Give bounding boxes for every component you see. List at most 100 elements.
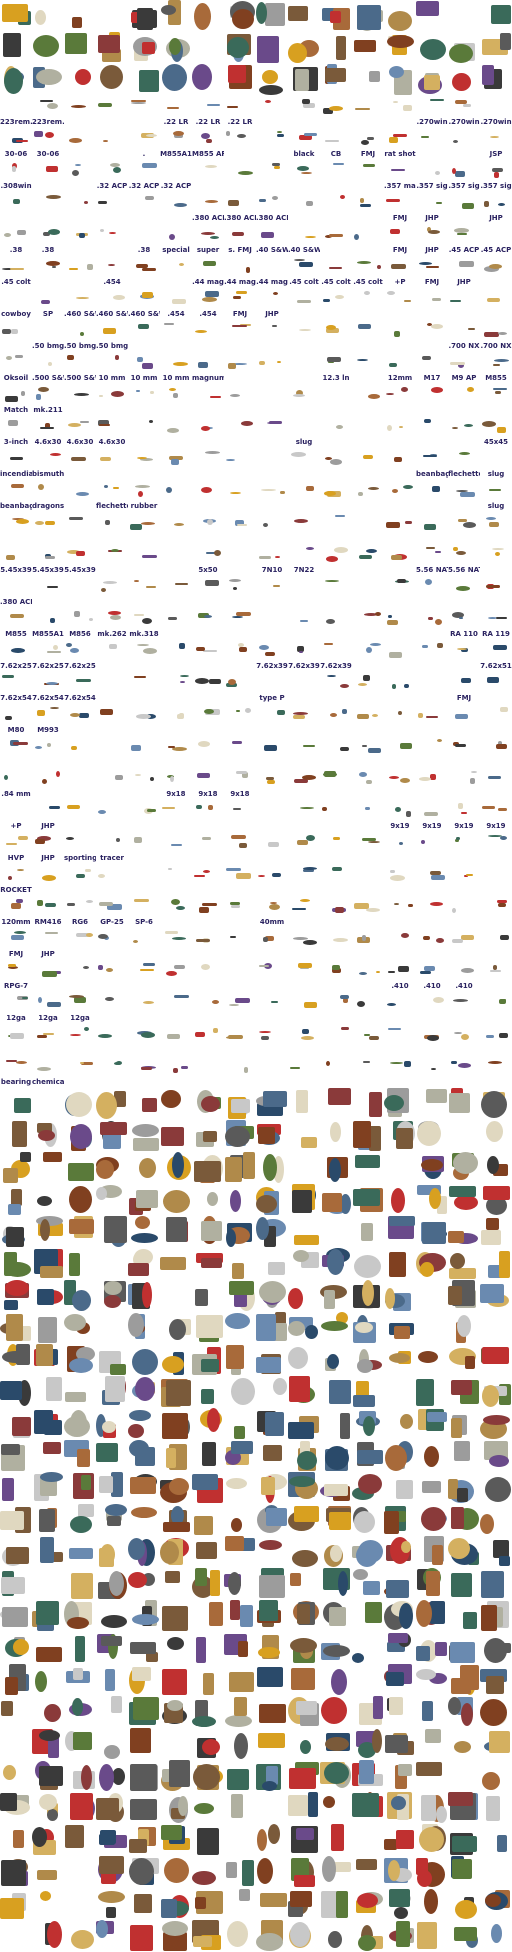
sprite-tile	[32, 1152, 64, 1184]
sprite-tile	[352, 512, 384, 544]
sprite-shape	[272, 196, 278, 200]
sprite-shape	[161, 1090, 181, 1108]
sprite-tile: 120mm	[0, 896, 32, 928]
sprite-tile	[128, 1088, 160, 1120]
sprite-shape	[300, 807, 314, 809]
sprite-tile	[352, 736, 384, 768]
sprite-tile	[416, 288, 448, 320]
sprite-tile	[448, 1024, 480, 1056]
sprite-shape	[471, 771, 477, 773]
ammo-label: 9x19	[486, 822, 506, 830]
sprite-shape	[202, 297, 217, 302]
sprite-tile	[384, 1536, 416, 1568]
sprite-tile	[416, 1920, 448, 1952]
sprite-tile	[96, 1760, 128, 1792]
sprite-shape	[116, 1061, 122, 1065]
sprite-tile	[480, 32, 512, 64]
sprite-shape	[267, 422, 279, 424]
sprite-tile	[320, 768, 352, 800]
sprite-shape	[288, 1288, 303, 1309]
sprite-tile	[256, 32, 288, 64]
sprite-tile	[416, 1216, 448, 1248]
sprite-tile	[288, 1376, 320, 1408]
sprite-shape	[228, 679, 236, 685]
sprite-tile	[224, 1056, 256, 1088]
sprite-shape	[268, 1824, 280, 1844]
sprite-tile	[256, 864, 288, 896]
sprite-tile	[160, 416, 192, 448]
sprite-tile: .410	[448, 960, 480, 992]
sprite-shape	[98, 1891, 125, 1903]
sprite-shape	[40, 1472, 63, 1482]
sprite-shape	[6, 1547, 29, 1564]
sprite-tile	[256, 1664, 288, 1696]
sprite-tile	[64, 864, 96, 896]
sprite-shape	[47, 1809, 58, 1821]
sprite-shape	[369, 1092, 382, 1117]
sprite-shape	[258, 875, 265, 877]
sprite-tile	[384, 928, 416, 960]
sprite-tile: SP-6	[128, 896, 160, 928]
sprite-shape	[232, 1263, 244, 1279]
sprite-shape	[489, 1731, 510, 1753]
sprite-shape	[277, 134, 284, 137]
sprite-tile	[352, 1248, 384, 1280]
sprite-tile: rat shot	[384, 128, 416, 160]
ammo-label: black	[293, 150, 315, 158]
sprite-shape	[214, 550, 221, 556]
sprite-tile	[160, 64, 192, 96]
sprite-shape	[387, 425, 392, 431]
sprite-tile	[384, 864, 416, 896]
sprite-tile	[160, 832, 192, 864]
sprite-shape	[323, 299, 330, 302]
sprite-tile	[352, 1888, 384, 1920]
sprite-shape	[227, 37, 249, 58]
sprite-shape	[194, 1803, 214, 1814]
sprite-shape	[355, 1322, 373, 1333]
sprite-tile	[224, 1152, 256, 1184]
sprite-tile	[192, 1280, 224, 1312]
sprite-shape	[424, 1889, 438, 1914]
sprite-tile: 12ga	[64, 992, 96, 1024]
sprite-shape	[499, 1033, 508, 1038]
sprite-shape	[73, 1668, 83, 1680]
sprite-shape	[452, 168, 456, 174]
sprite-tile	[352, 1024, 384, 1056]
sprite-shape	[70, 1124, 92, 1149]
sprite-shape	[80, 332, 84, 336]
sprite-shape	[457, 648, 467, 650]
sprite-shape	[357, 1450, 383, 1464]
sprite-shape	[84, 201, 88, 204]
sprite-tile	[320, 0, 352, 32]
sprite-tile	[320, 1120, 352, 1152]
sprite-shape	[289, 1376, 310, 1402]
sprite-tile	[224, 128, 256, 160]
sprite-shape	[205, 451, 220, 454]
sprite-tile	[384, 1856, 416, 1888]
sprite-shape	[73, 1732, 92, 1750]
sprite-shape	[138, 491, 143, 497]
sprite-tile	[352, 224, 384, 256]
sprite-tile	[128, 320, 160, 352]
sprite-shape	[35, 10, 46, 25]
sprite-shape	[358, 324, 371, 329]
sprite-tile	[64, 224, 96, 256]
sprite-shape	[194, 1161, 221, 1182]
sprite-shape	[230, 936, 236, 938]
sprite-tile	[448, 1536, 480, 1568]
sprite-tile	[416, 928, 448, 960]
sprite-tile: .40 S&W	[256, 224, 288, 256]
sprite-shape	[134, 614, 144, 616]
sprite-tile	[416, 1088, 448, 1120]
sprite-shape	[259, 1600, 278, 1621]
sprite-shape	[131, 745, 141, 751]
sprite-shape	[449, 1093, 470, 1113]
sprite-tile	[224, 1024, 256, 1056]
sprite-shape	[452, 1859, 472, 1879]
sprite-shape	[201, 1096, 220, 1112]
sprite-tile	[0, 1536, 32, 1568]
sprite-shape	[303, 867, 317, 870]
sprite-shape	[288, 1795, 308, 1816]
sprite-shape	[75, 1636, 85, 1662]
sprite-shape	[340, 195, 345, 199]
